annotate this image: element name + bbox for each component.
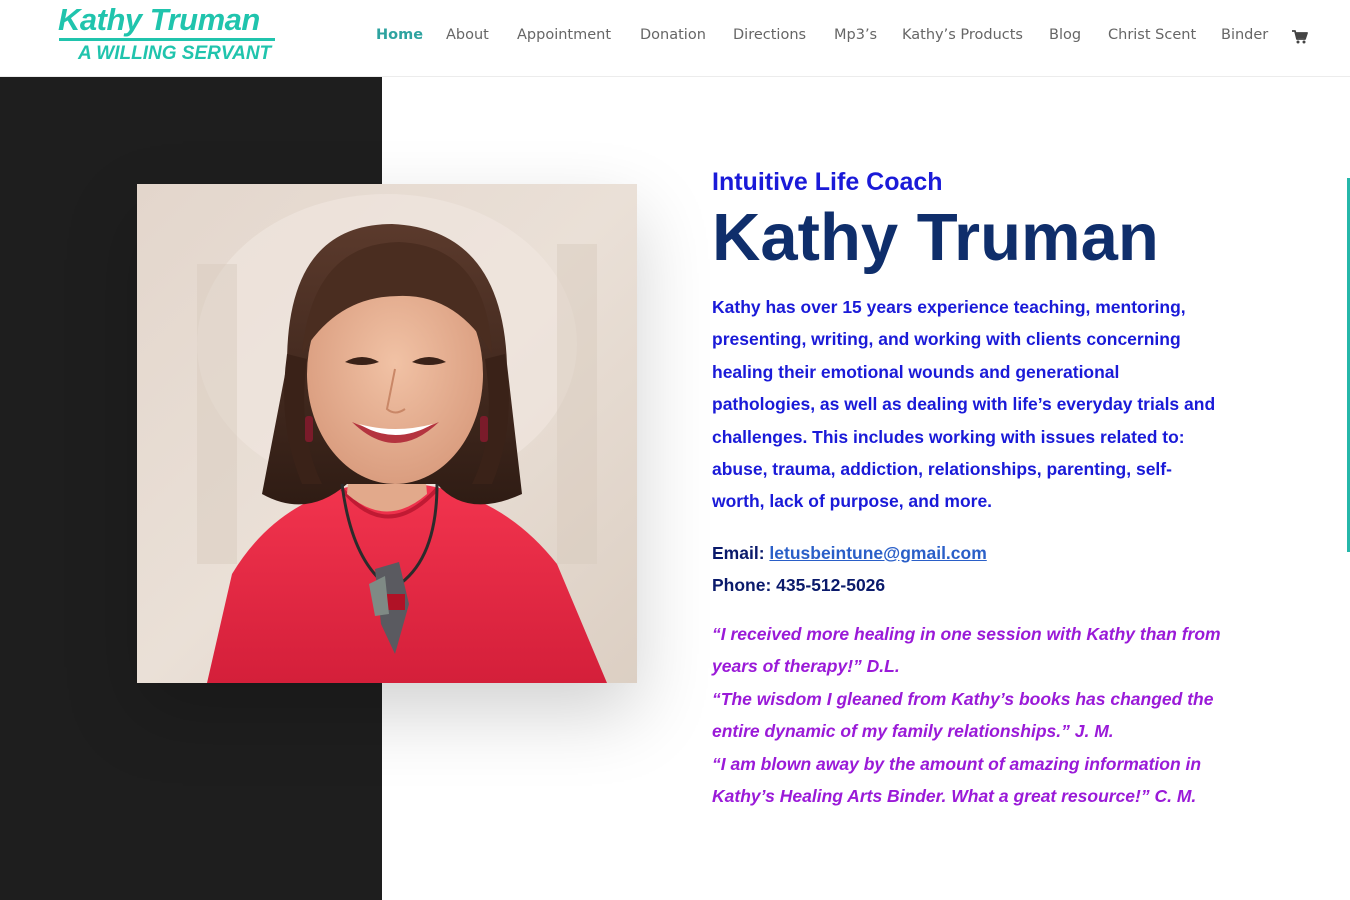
- testimonials: “I received more healing in one session …: [712, 618, 1222, 813]
- nav-appointment[interactable]: Appointment: [517, 27, 611, 43]
- site-header: Kathy Truman A WILLING SERVANT Home Abou…: [0, 0, 1350, 77]
- portrait-photo: [137, 184, 637, 683]
- testimonial-quote: “The wisdom I gleaned from Kathy’s books…: [712, 688, 1214, 742]
- nav-directions[interactable]: Directions: [733, 27, 806, 43]
- email-link[interactable]: letusbeintune@gmail.com: [769, 543, 986, 563]
- hero-name: Kathy Truman: [712, 200, 1159, 275]
- nav-home[interactable]: Home: [376, 27, 423, 43]
- logo-title: Kathy Truman: [58, 2, 260, 37]
- testimonial-quote: “I am blown away by the amount of amazin…: [712, 753, 1202, 807]
- logo-tagline: A WILLING SERVANT: [78, 43, 272, 64]
- shopping-cart-icon[interactable]: [1292, 30, 1308, 44]
- nav-mp3s[interactable]: Mp3’s: [834, 27, 877, 43]
- nav-binder[interactable]: Binder: [1221, 27, 1268, 43]
- phone-line: Phone: 435-512-5026: [712, 574, 886, 595]
- nav-christ-scent[interactable]: Christ Scent: [1108, 27, 1196, 43]
- site-logo[interactable]: Kathy Truman A WILLING SERVANT: [58, 2, 278, 64]
- hero-subtitle: Intuitive Life Coach: [712, 168, 943, 196]
- nav-kathys-products[interactable]: Kathy’s Products: [902, 27, 1023, 43]
- hero-bio: Kathy has over 15 years experience teach…: [712, 297, 1216, 512]
- nav-about[interactable]: About: [446, 27, 489, 43]
- contact-info: Email: letusbeintune@gmail.com Phone: 43…: [712, 537, 1222, 601]
- nav-blog[interactable]: Blog: [1049, 27, 1081, 43]
- email-line: Email: letusbeintune@gmail.com: [712, 537, 1222, 569]
- hero-content: Intuitive Life Coach Kathy Truman Kathy …: [712, 166, 1222, 813]
- email-label: Email:: [712, 542, 765, 563]
- testimonial-quote: “I received more healing in one session …: [712, 623, 1221, 677]
- nav-donation[interactable]: Donation: [640, 27, 706, 43]
- logo-underline: [59, 38, 275, 41]
